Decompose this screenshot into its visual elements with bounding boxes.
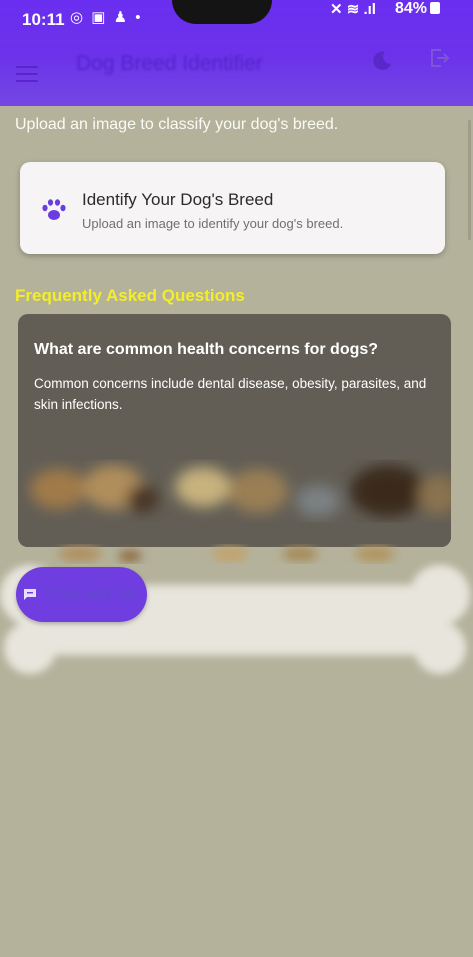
- identify-card-title: Identify Your Dog's Breed: [82, 190, 274, 209]
- faq-question: What are common health concerns for dogs…: [34, 341, 379, 358]
- app-title: Dog Breed Identifier: [76, 52, 263, 75]
- chat-button-label: Chat with Us: [46, 586, 137, 603]
- moon-icon[interactable]: [371, 50, 393, 72]
- battery-level: 84%: [395, 0, 428, 17]
- dog-photo-blurred: [18, 449, 451, 547]
- battery-icon: [430, 2, 440, 14]
- faq-answer: Common concerns include dental disease, …: [34, 376, 427, 412]
- paw-icon: [42, 199, 66, 220]
- identify-card-description: Upload an image to identify your dog's b…: [82, 216, 344, 231]
- status-signal-icons: ✕ ≋ .ıl: [330, 1, 376, 18]
- camera-notch: [172, 0, 272, 24]
- faq-heading: Frequently Asked Questions: [15, 286, 245, 305]
- page-subtitle: Upload an image to classify your dog's b…: [15, 116, 339, 133]
- identify-breed-card[interactable]: Identify Your Dog's Breed Upload an imag…: [20, 162, 445, 254]
- faq-card[interactable]: What are common health concerns for dogs…: [18, 314, 451, 547]
- chat-with-us-button[interactable]: Chat with Us: [16, 567, 147, 622]
- chat-icon: [24, 589, 36, 600]
- status-notification-icons: ◎ ▣ ♟ •: [70, 9, 143, 26]
- logout-icon[interactable]: [427, 46, 451, 70]
- hamburger-icon[interactable]: [16, 66, 38, 82]
- scrollbar[interactable]: [468, 120, 471, 240]
- status-time: 10:11: [22, 10, 65, 29]
